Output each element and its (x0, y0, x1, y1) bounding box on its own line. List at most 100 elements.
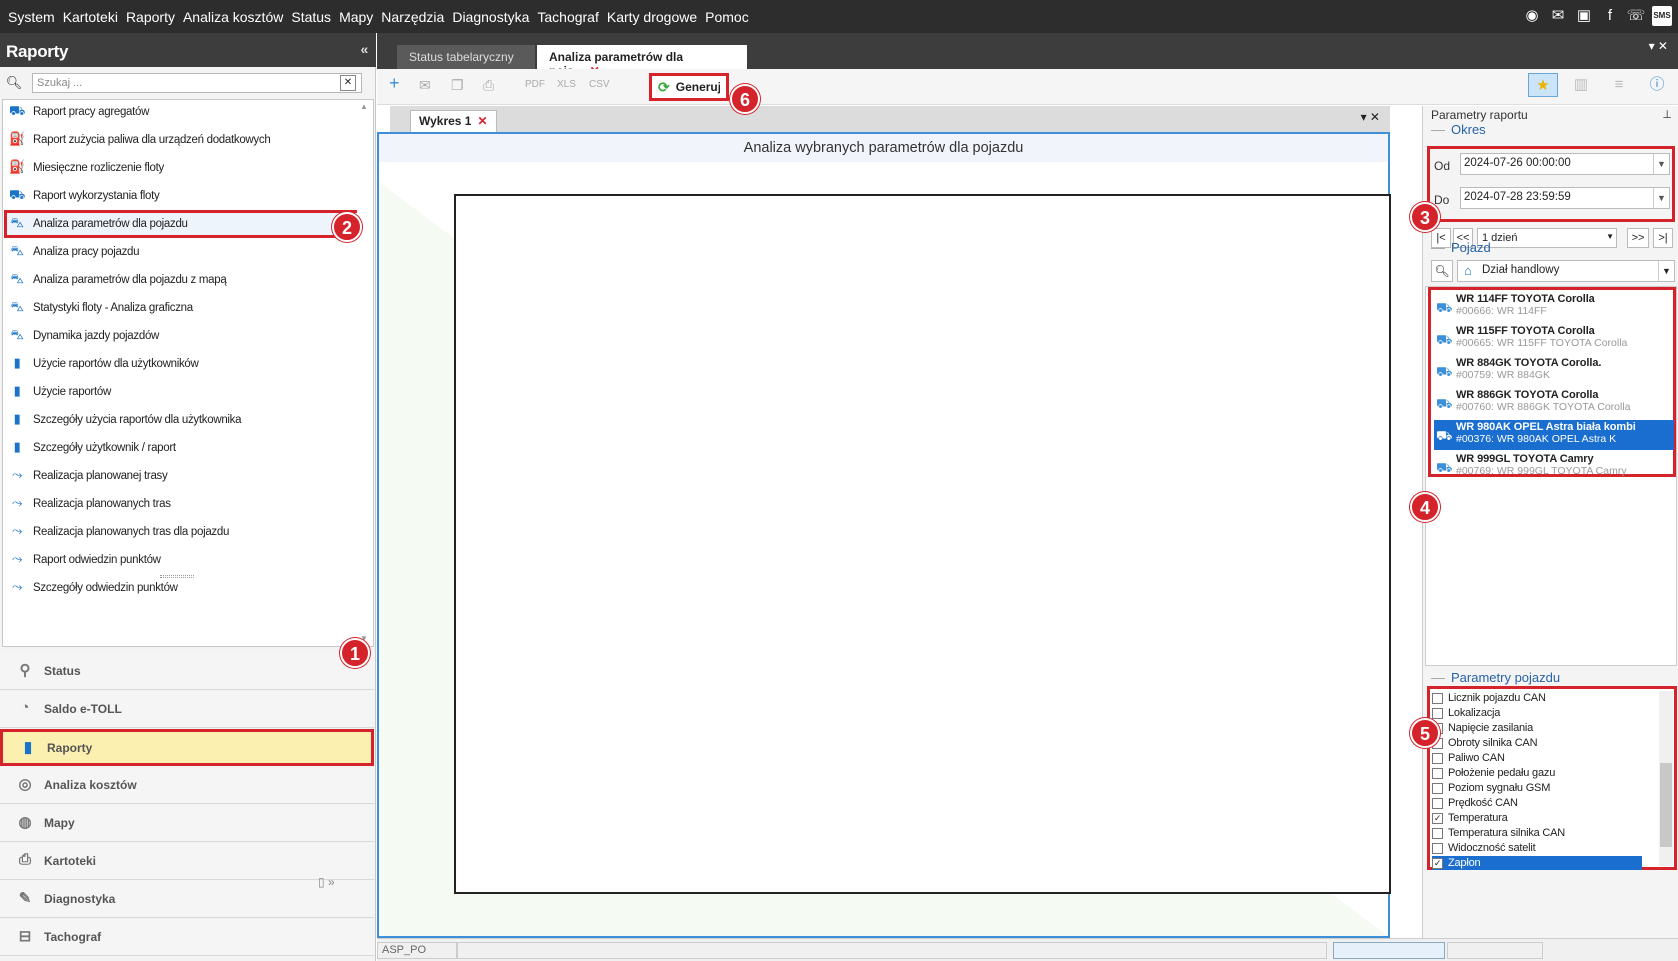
pin-panel-icon[interactable]: ⊥ (1662, 108, 1672, 121)
checkbox[interactable] (1432, 692, 1443, 704)
param-item[interactable]: Obroty silnika CAN (1432, 736, 1640, 750)
nav-item[interactable]: ◎ Analiza kosztów (0, 767, 374, 804)
clear-search-icon[interactable]: ✕ (340, 75, 356, 91)
param-item[interactable]: Licznik pojazdu CAN (1432, 691, 1640, 705)
report-item[interactable]: ⤳ Szczegóły odwiedzin punktów (7, 574, 178, 602)
param-item[interactable]: Poziom sygnału GSM (1432, 781, 1640, 795)
export-csv-button[interactable]: CSV (589, 79, 610, 90)
chevron-down-icon[interactable]: ▼ (1653, 188, 1669, 208)
phone-icon[interactable]: ☏ (1626, 6, 1646, 26)
mail-icon[interactable]: ✉ (419, 77, 431, 94)
chart-tab-controls[interactable]: ▾ ✕ (1361, 110, 1380, 124)
checkbox[interactable] (1432, 707, 1443, 719)
report-item[interactable]: ⛟ Raport pracy agregatów (7, 100, 149, 126)
vehicle-item[interactable]: ⛟ WR 114FF TOYOTA Corolla #00666: WR 114FF (1434, 292, 1674, 322)
param-item[interactable]: Temperatura silnika CAN (1432, 826, 1640, 840)
export-pdf-button[interactable]: PDF (525, 79, 545, 90)
group-select[interactable]: ⌂ Dział handlowy ▼ (1457, 260, 1675, 282)
report-item[interactable]: ⛽ Raport zużycia paliwa dla urządzeń doda… (7, 126, 271, 154)
checkbox[interactable]: ✓ (1432, 857, 1443, 869)
menu-item[interactable]: System (8, 9, 55, 25)
report-list-scrollbar[interactable]: ▲ ▼ (357, 100, 373, 646)
checkbox[interactable] (1432, 752, 1443, 764)
tab-status-tabelaryczny[interactable]: Status tabelaryczny (397, 45, 535, 69)
splitter-handle[interactable] (160, 575, 194, 578)
param-item[interactable]: Lokalizacja (1432, 706, 1640, 720)
chart-view-icon[interactable]: ▥ (1566, 73, 1596, 97)
sms-icon[interactable]: SMS (1652, 6, 1672, 26)
facebook-icon[interactable]: f (1600, 6, 1620, 26)
close-chart-tab-icon[interactable]: ✕ (477, 114, 487, 128)
menu-item[interactable]: Kartoteki (63, 9, 118, 25)
generate-button[interactable]: ⟳ Generuj (649, 73, 729, 101)
checkbox[interactable]: ✓ (1432, 812, 1443, 824)
menu-item[interactable]: Analiza kosztów (183, 9, 283, 25)
report-item[interactable]: ⤳ Raport odwiedzin punktów (7, 546, 161, 574)
tab-controls[interactable]: ▾ ✕ (1649, 39, 1668, 53)
report-item[interactable]: ▮ Szczegóły użytkownik / raport (7, 434, 177, 462)
report-item[interactable]: ⛍ Analiza parametrów dla pojazdu z mapą (7, 266, 226, 294)
chevron-down-icon[interactable]: ▼ (1606, 232, 1614, 241)
list-view-icon[interactable]: ≡ (1604, 73, 1634, 97)
checkbox[interactable] (1432, 797, 1443, 809)
next-period-button[interactable]: >> (1627, 228, 1649, 248)
nav-item[interactable]: ⊟ Tachograf (0, 919, 374, 956)
param-item[interactable]: Położenie pedału gazu (1432, 766, 1640, 780)
report-item[interactable]: ▮ Użycie raportów (7, 378, 112, 406)
checkbox[interactable] (1432, 782, 1443, 794)
param-item[interactable]: Prędkość CAN (1432, 796, 1640, 810)
menu-item[interactable]: Tachograf (537, 9, 598, 25)
param-item[interactable]: Napięcie zasilania (1432, 721, 1640, 735)
chat-icon[interactable]: ▣ (1574, 6, 1594, 26)
vehicle-item[interactable]: ⛟ WR 884GK TOYOTA Corolla. #00759: WR 884G… (1434, 356, 1674, 386)
favorite-star-icon[interactable]: ★ (1528, 73, 1558, 97)
vehicle-item[interactable]: ⛟ WR 980AK OPEL Astra biała kombi #00376: … (1434, 420, 1674, 450)
nav-item[interactable]: ◍ Mapy (0, 805, 374, 842)
report-item[interactable]: ▮ Użycie raportów dla użytkowników (7, 350, 199, 378)
vehicle-item[interactable]: ⛟ WR 115FF TOYOTA Corolla #00665: WR 115FF… (1434, 324, 1674, 354)
tab-wykres-1[interactable]: Wykres 1 ✕ (410, 110, 497, 132)
menu-item[interactable]: Narzędzia (381, 9, 444, 25)
menu-item[interactable]: Raporty (126, 9, 175, 25)
report-item[interactable]: ⛍ Analiza pracy pojazdu (7, 238, 139, 266)
search-icon[interactable]: 🔍︎ (1431, 260, 1453, 282)
menu-item[interactable]: Karty drogowe (607, 9, 697, 25)
nav-item[interactable]: ◔ Saldo e-TOLL (0, 691, 374, 728)
copy-icon[interactable]: ❐ (451, 77, 464, 94)
date-to-field[interactable]: 2024-07-28 23:59:59 ▼ (1460, 187, 1670, 209)
report-item[interactable]: ▮ Szczegóły użycia raportów dla użytkowni… (7, 406, 242, 434)
menu-item[interactable]: Mapy (339, 9, 373, 25)
tab-analiza-parametrow[interactable]: Analiza parametrów dla poja...✕ (537, 45, 747, 78)
params-scrollbar[interactable] (1659, 691, 1673, 866)
param-item[interactable]: Widoczność satelit (1432, 841, 1640, 855)
checkbox[interactable] (1432, 827, 1443, 839)
report-item[interactable]: ⛽ Miesięczne rozliczenie floty (7, 154, 164, 182)
report-item[interactable]: ⤳ Realizacja planowanej trasy (7, 462, 168, 490)
report-item[interactable]: ⛍ Analiza parametrów dla pojazdu (4, 210, 373, 238)
export-xls-button[interactable]: XLS (557, 79, 576, 90)
chevron-down-icon[interactable]: ▼ (1653, 154, 1669, 174)
param-item[interactable]: ✓ Temperatura (1432, 811, 1640, 825)
report-item[interactable]: ⛍ Dynamika jazdy pojazdów (7, 322, 159, 350)
report-item[interactable]: ⤳ Realizacja planowanych tras dla pojazdu (7, 518, 229, 546)
date-from-field[interactable]: 2024-07-26 00:00:00 ▼ (1460, 153, 1670, 175)
report-item[interactable]: ⤳ Realizacja planowanych tras (7, 490, 171, 518)
checkbox[interactable] (1432, 842, 1443, 854)
nav-item[interactable]: ▮ Raporty (0, 729, 374, 766)
add-icon[interactable]: + (389, 73, 400, 94)
nav-item[interactable]: ⚲ Status (0, 653, 374, 690)
search-input[interactable]: Szukaj ... (32, 73, 362, 93)
info-icon[interactable]: ⓘ (1642, 73, 1672, 97)
last-period-button[interactable]: >| (1653, 228, 1673, 248)
mail-warning-icon[interactable]: ✉ (1548, 6, 1568, 26)
menu-item[interactable]: Diagnostyka (452, 9, 529, 25)
report-item[interactable]: ⛍ Statystyki floty - Analiza graficzna (7, 294, 193, 322)
param-item[interactable]: Paliwo CAN (1432, 751, 1640, 765)
menu-item[interactable]: Status (291, 9, 331, 25)
vehicle-item[interactable]: ⛟ WR 999GL TOYOTA Camry #00769: WR 999GL T… (1434, 452, 1674, 482)
vehicle-item[interactable]: ⛟ WR 886GK TOYOTA Corolla #00760: WR 886GK… (1434, 388, 1674, 418)
collapse-icon[interactable]: « (361, 41, 369, 57)
plot-area[interactable] (454, 194, 1391, 894)
param-item[interactable]: ✓ Zapłon (1432, 856, 1642, 870)
pin-icon[interactable]: ▯ » (318, 875, 335, 889)
